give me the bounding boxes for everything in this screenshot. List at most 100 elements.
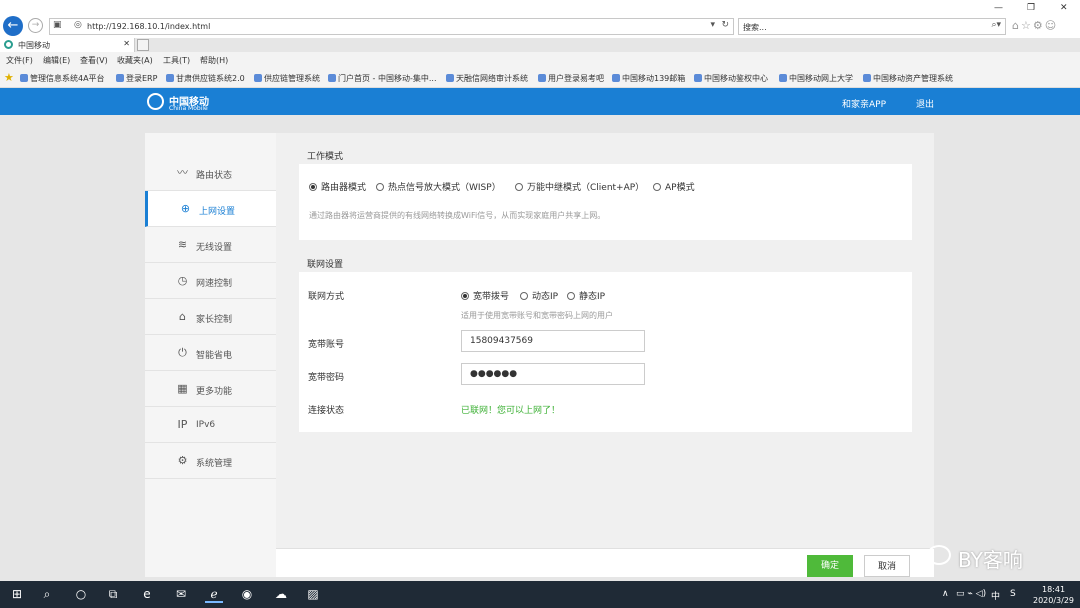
system-clock[interactable]: 18:41 2020/3/29 [1033,584,1074,606]
menu-file[interactable]: 文件(F) [6,55,33,66]
sidebar-item-router-status[interactable]: 〰 路由状态 [145,155,276,191]
task-view-icon[interactable]: ⧉ [104,587,122,602]
favorite-link[interactable]: 门户首页 - 中国移动-集中... [328,73,437,84]
favorites-bar: ★ 管理信息系统4A平台 登录ERP 甘肃供应链系统2.0 供应链管理系统 门户… [0,68,1080,88]
tray-icons[interactable]: ▭ ⌁ ◁) [956,589,986,599]
radio-pppoe[interactable]: 宽带拨号 [461,289,509,302]
wechat-watermark-icon [927,545,951,565]
radio-ap-mode[interactable]: AP模式 [653,180,695,193]
forward-button[interactable]: → [28,18,43,33]
site-favicon: ◎ [74,20,82,30]
favorite-link[interactable]: 管理信息系统4A平台 [20,73,105,84]
menu-tools[interactable]: 工具(T) [163,55,190,66]
menu-help[interactable]: 帮助(H) [200,55,228,66]
wechat-icon[interactable]: ☁ [272,587,290,601]
home-icon: ⌂ [179,310,186,323]
address-bar[interactable]: ▣ ◎ http://192.168.10.1/index.html ▾ ↻ [49,18,734,35]
sogou-icon[interactable]: S [1010,589,1016,599]
favorites-star-icon[interactable]: ★ [4,71,14,84]
search-icon[interactable]: ⌕▾ [991,20,1001,30]
dropdown-icon[interactable]: ▾ [710,20,715,30]
favorite-link[interactable]: 天融信网络审计系统 [446,73,528,84]
sidebar-item-power-saving[interactable]: ⏻ 智能省电 [145,335,276,371]
mail-icon[interactable]: ✉ [172,587,190,601]
close-window-button[interactable]: ✕ [1060,3,1068,13]
refresh-icon[interactable]: ↻ [721,20,729,30]
radio-router-mode[interactable]: 路由器模式 [309,180,366,193]
tray-arrow-icon[interactable]: ∧ [942,589,949,599]
toolbar-icons[interactable]: ⌂☆⚙☺ [1012,19,1058,32]
favorite-link[interactable]: 中国移动网上大学 [779,73,853,84]
firefox-icon[interactable]: ◉ [238,587,256,601]
favorite-link[interactable]: 中国移动资产管理系统 [863,73,953,84]
cortana-icon[interactable]: ○ [72,587,90,601]
logo-icon [147,93,164,110]
photos-icon[interactable]: ▨ [304,587,322,601]
app-link[interactable]: 和家亲APP [842,97,886,110]
sidebar-item-internet-settings[interactable]: ⊕ 上网设置 [145,191,276,227]
ipv6-icon: IP [177,418,188,431]
windows-start-icon[interactable]: ⊞ [8,587,26,601]
sidebar-item-parental-control[interactable]: ⌂ 家长控制 [145,299,276,335]
account-label: 宽带账号 [308,340,345,350]
favorite-link[interactable]: 用户登录易考吧 [538,73,604,84]
radio-static-ip[interactable]: 静态IP [567,289,605,302]
menu-edit[interactable]: 编辑(E) [43,55,70,66]
password-label: 宽带密码 [308,373,345,383]
account-input[interactable]: 15809437569 [461,330,645,352]
password-input[interactable]: ●●●●●● [461,363,645,385]
confirm-button[interactable]: 确定 [807,555,853,577]
settings-panel: 工作模式 路由器模式 热点信号放大模式（WISP） 万能中继模式（Client+… [276,133,934,577]
sidebar-item-speed-control[interactable]: ◷ 网速控制 [145,263,276,299]
url-text[interactable]: http://192.168.10.1/index.html [87,22,210,31]
tab-favicon [4,40,13,49]
work-mode-title: 工作模式 [307,152,344,162]
edge-icon[interactable]: e [138,587,156,601]
watermark-text: BY客响 [958,548,1023,572]
favorite-link[interactable]: 供应链管理系统 [254,73,320,84]
router-header: 中国移动 China Mobile 和家亲APP 退出 [0,88,1080,115]
pulse-icon: 〰 [177,166,188,179]
back-button[interactable]: ← [3,16,23,36]
search-placeholder[interactable]: 搜索... [743,22,767,33]
radio-wisp-mode[interactable]: 热点信号放大模式（WISP） [376,180,501,193]
restore-button[interactable]: ❐ [1027,3,1035,13]
grid-icon: ▦ [177,382,188,395]
new-tab-button[interactable] [137,39,149,51]
close-tab-icon[interactable]: ✕ [123,39,130,48]
sidebar-item-ipv6[interactable]: IP IPv6 [145,407,276,443]
status-label: 连接状态 [308,406,345,416]
page-icon: ▣ [53,20,62,30]
ie-icon[interactable]: ℯ [205,587,223,603]
cancel-button[interactable]: 取消 [864,555,910,577]
method-hint: 适用于使用宽带账号和宽带密码上网的用户 [461,311,613,320]
favorite-link[interactable]: 中国移动139邮箱 [612,73,685,84]
menu-favorites[interactable]: 收藏夹(A) [117,55,153,66]
tab-title: 中国移动 [18,41,50,50]
wifi-icon: ≋ [177,238,188,251]
favorite-link[interactable]: 登录ERP [116,73,157,84]
method-label: 联网方式 [308,292,345,302]
power-icon: ⏻ [178,346,187,359]
ime-indicator[interactable]: 中 [991,589,1000,602]
favorite-link[interactable]: 甘肃供应链系统2.0 [166,73,245,84]
globe-icon: ⊕ [180,202,191,215]
radio-client-ap-mode[interactable]: 万能中继模式（Client+AP） [515,180,644,193]
minimize-button[interactable]: — [994,3,1003,13]
sidebar-item-wireless[interactable]: ≋ 无线设置 [145,227,276,263]
sidebar: 〰 路由状态 ⊕ 上网设置 ≋ 无线设置 ◷ 网速控制 ⌂ 家长控制 ⏻ 智能省… [145,133,276,577]
logout-link[interactable]: 退出 [916,97,934,110]
settings-card: 〰 路由状态 ⊕ 上网设置 ≋ 无线设置 ◷ 网速控制 ⌂ 家长控制 ⏻ 智能省… [145,133,934,577]
browser-titlebar: — ❐ ✕ ← → ▣ ◎ http://192.168.10.1/index.… [0,0,1080,38]
sidebar-item-system[interactable]: ⚙ 系统管理 [145,443,276,479]
menu-view[interactable]: 查看(V) [80,55,108,66]
search-icon[interactable]: ⌕ [38,587,56,602]
gear-icon: ⚙ [177,454,188,467]
taskbar: ⊞ ⌕ ○ ⧉ e ✉ ℯ ◉ ☁ ▨ ∧ ▭ ⌁ ◁) 中 S 18:41 2… [0,581,1080,608]
browser-search-box[interactable]: 搜索... ⌕▾ [738,18,1006,35]
favorite-link[interactable]: 中国移动鉴权中心 [694,73,768,84]
browser-tab[interactable]: 中国移动 ✕ [0,38,135,52]
radio-dhcp[interactable]: 动态IP [520,289,558,302]
sidebar-item-more[interactable]: ▦ 更多功能 [145,371,276,407]
speedometer-icon: ◷ [177,274,188,287]
